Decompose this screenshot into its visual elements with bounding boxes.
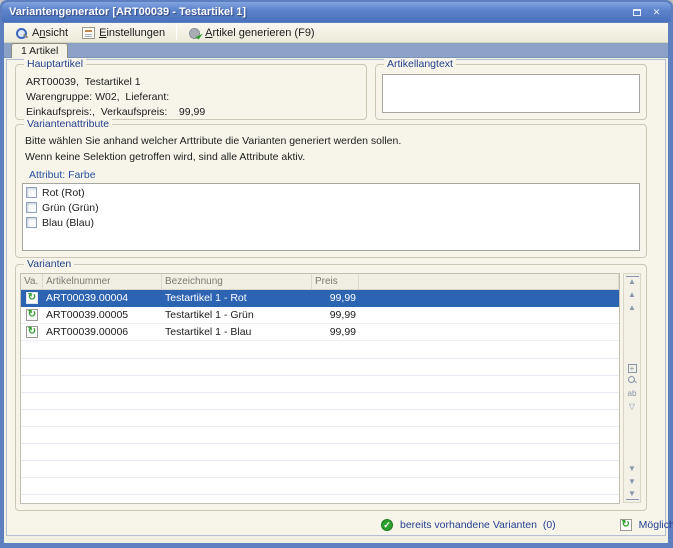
ansicht-button[interactable]: Ansicht <box>8 25 75 41</box>
checkbox-icon[interactable] <box>26 202 37 213</box>
ansicht-label: Ansicht <box>32 27 68 39</box>
next-record-icon[interactable]: ▼ <box>626 463 639 474</box>
close-icon: ✕ <box>653 7 661 18</box>
artikellangtext-groupbox: Artikellangtext <box>375 64 647 120</box>
insert-record-icon[interactable]: + <box>628 364 637 373</box>
attribute-option-label: Blau (Blau) <box>42 217 94 229</box>
attr-instruction-2: Wenn keine Selektion getroffen wird, sin… <box>25 151 305 163</box>
variant-icon: ↻ <box>26 326 38 338</box>
navigator-top-group: ▲ ▲ ▲ <box>626 274 639 315</box>
variantengenerator-window: Variantengenerator [ART00039 - Testartik… <box>0 0 673 548</box>
hauptartikel-title: Hauptartikel <box>24 58 86 70</box>
view-icon <box>15 27 28 39</box>
incremental-search-icon[interactable]: ab <box>626 388 639 399</box>
navigator-bottom-group: ▼ ▼ ▼ <box>626 461 639 502</box>
existing-variants-label: bereits vorhandene Varianten (0) <box>400 519 556 531</box>
grid-empty-rows <box>21 342 619 503</box>
maximize-button[interactable] <box>629 5 644 19</box>
filter-icon[interactable]: ▽ <box>626 401 639 412</box>
possible-variants-status: ↻ Mögliche Varianten (3) <box>620 519 673 531</box>
artikel-generieren-button[interactable]: Artikel generieren (F9) <box>181 25 321 41</box>
table-row[interactable]: ↻ ART00039.00006 Testartikel 1 - Blau 99… <box>21 324 619 341</box>
possible-variants-label: Mögliche Varianten (3) <box>639 519 673 531</box>
varianten-groupbox: Varianten Va. Artikelnummer Bezeichnung … <box>15 264 647 511</box>
column-header-artikelnummer[interactable]: Artikelnummer <box>43 274 162 289</box>
variant-icon: ↻ <box>26 309 38 321</box>
first-record-icon[interactable]: ▲ <box>626 276 639 287</box>
titlebar[interactable]: Variantengenerator [ART00039 - Testartik… <box>2 2 671 22</box>
maximize-icon <box>633 9 641 16</box>
generate-icon <box>188 27 201 39</box>
variantenattribute-title: Variantenattribute <box>24 118 112 130</box>
search-icon[interactable] <box>626 375 639 386</box>
attr-instruction-1: Bitte wählen Sie anhand welcher Arttribu… <box>25 135 401 147</box>
cell-preis: 99,99 <box>312 326 359 338</box>
cell-artikelnummer: ART00039.00004 <box>43 292 162 304</box>
attribute-option-rot[interactable]: Rot (Rot) <box>23 185 639 200</box>
main-panel: Hauptartikel ART00039, Testartikel 1 War… <box>6 59 666 536</box>
einstellungen-button[interactable]: Einstellungen <box>75 25 172 41</box>
cell-bezeichnung: Testartikel 1 - Rot <box>162 292 312 304</box>
next-page-icon[interactable]: ▼ <box>626 476 639 487</box>
window-title: Variantengenerator [ART00039 - Testartik… <box>9 6 246 18</box>
cell-preis: 99,99 <box>312 292 359 304</box>
toolbar-separator <box>176 25 177 40</box>
window-controls: ✕ <box>629 5 664 19</box>
status-row: ✓ bereits vorhandene Varianten (0) ↻ Mög… <box>7 516 665 534</box>
last-record-icon[interactable]: ▼ <box>626 489 639 500</box>
artikellangtext-textarea[interactable] <box>382 74 640 113</box>
cell-preis: 99,99 <box>312 309 359 321</box>
table-row[interactable]: ↻ ART00039.00004 Testartikel 1 - Rot 99,… <box>21 290 619 307</box>
attribute-option-label: Rot (Rot) <box>42 187 85 199</box>
varianten-grid: Va. Artikelnummer Bezeichnung Preis ↻ AR… <box>20 273 620 504</box>
grid-header: Va. Artikelnummer Bezeichnung Preis <box>21 274 619 290</box>
hauptartikel-line-3: Einkaufspreis:, Verkaufspreis: 99,99 <box>26 106 205 118</box>
prior-page-icon[interactable]: ▲ <box>626 289 639 300</box>
checkbox-icon[interactable] <box>26 187 37 198</box>
column-header-filler <box>359 274 619 289</box>
varianten-title: Varianten <box>24 258 74 270</box>
toolbar: Ansicht Einstellungen Artikel generieren… <box>4 23 668 43</box>
cell-artikelnummer: ART00039.00006 <box>43 326 162 338</box>
artikel-generieren-label: Artikel generieren (F9) <box>205 27 314 39</box>
hauptartikel-groupbox: Hauptartikel ART00039, Testartikel 1 War… <box>15 64 367 120</box>
client-area: Ansicht Einstellungen Artikel generieren… <box>4 23 668 543</box>
prior-record-icon[interactable]: ▲ <box>626 302 639 313</box>
check-icon: ✓ <box>381 519 393 531</box>
tab-1-artikel[interactable]: 1 Artikel <box>11 43 68 58</box>
variantenattribute-groupbox: Variantenattribute Bitte wählen Sie anha… <box>15 124 647 258</box>
attribute-option-label: Grün (Grün) <box>42 202 99 214</box>
hauptartikel-line-1: ART00039, Testartikel 1 <box>26 76 141 88</box>
close-button[interactable]: ✕ <box>649 5 664 19</box>
attribute-option-gruen[interactable]: Grün (Grün) <box>23 200 639 215</box>
einstellungen-label: Einstellungen <box>99 27 165 39</box>
attribute-listbox: Rot (Rot) Grün (Grün) Blau (Blau) <box>22 183 640 251</box>
column-header-va[interactable]: Va. <box>21 274 43 289</box>
checkbox-icon[interactable] <box>26 217 37 228</box>
tab-strip: 1 Artikel <box>4 43 668 58</box>
table-row[interactable]: ↻ ART00039.00005 Testartikel 1 - Grün 99… <box>21 307 619 324</box>
hauptartikel-line-2: Warengruppe: W02, Lieferant: <box>26 91 169 103</box>
artikellangtext-title: Artikellangtext <box>384 58 456 70</box>
navigator-middle-group: + ab ▽ <box>626 362 639 414</box>
attribute-farbe-label: Attribut: Farbe <box>29 169 96 181</box>
column-header-bezeichnung[interactable]: Bezeichnung <box>162 274 312 289</box>
column-header-preis[interactable]: Preis <box>312 274 359 289</box>
variant-icon: ↻ <box>620 519 632 531</box>
cell-bezeichnung: Testartikel 1 - Blau <box>162 326 312 338</box>
cell-bezeichnung: Testartikel 1 - Grün <box>162 309 312 321</box>
cell-artikelnummer: ART00039.00005 <box>43 309 162 321</box>
settings-icon <box>82 27 95 39</box>
variant-icon: ↻ <box>26 292 38 304</box>
existing-variants-status: ✓ bereits vorhandene Varianten (0) <box>381 519 556 531</box>
grid-navigator: ▲ ▲ ▲ + ab ▽ ▼ ▼ ▼ <box>623 273 641 503</box>
attribute-option-blau[interactable]: Blau (Blau) <box>23 215 639 230</box>
